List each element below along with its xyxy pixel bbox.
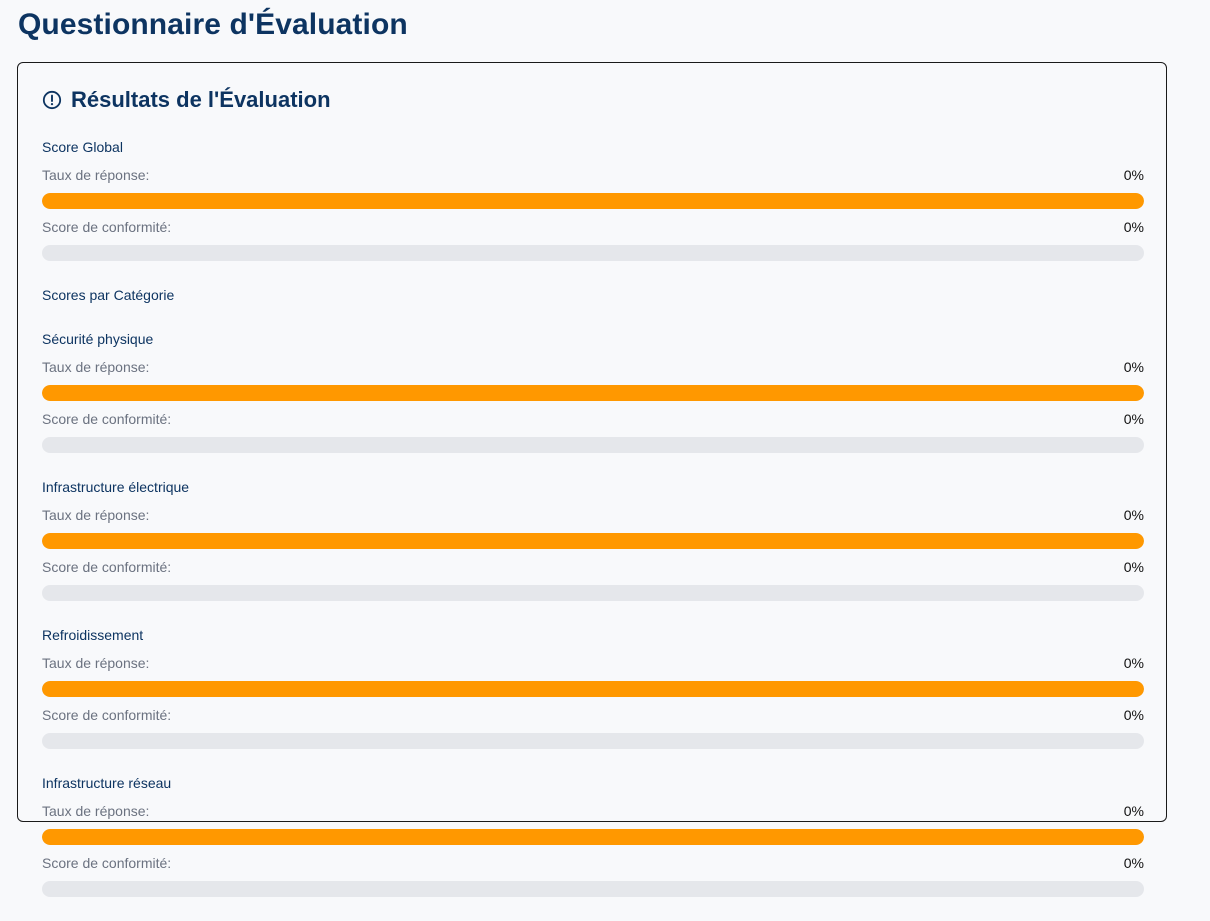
compliance-score-value: 0%: [1123, 219, 1144, 235]
compliance-score-bar: [42, 881, 1144, 897]
compliance-score-bar: [42, 245, 1144, 261]
global-score-label: Score Global: [42, 139, 123, 155]
response-rate-metric: Taux de réponse: 0%: [42, 801, 1144, 845]
response-rate-label: Taux de réponse:: [42, 803, 150, 819]
compliance-score-value: 0%: [1123, 707, 1144, 723]
response-rate-bar: [42, 385, 1144, 401]
response-rate-metric: Taux de réponse: 0%: [42, 357, 1144, 401]
categories-heading: Scores par Catégorie: [42, 287, 175, 303]
category-name: Infrastructure réseau: [42, 775, 172, 791]
response-rate-label: Taux de réponse:: [42, 359, 150, 375]
category-section: Infrastructure réseau Taux de réponse: 0…: [42, 773, 1144, 897]
response-rate-bar-fill: [42, 193, 1144, 209]
compliance-score-value: 0%: [1123, 411, 1144, 427]
results-card: Résultats de l'Évaluation Score Global T…: [17, 62, 1167, 897]
response-rate-bar: [42, 533, 1144, 549]
alert-circle-icon: [42, 90, 62, 110]
results-content: Score Global Taux de réponse: 0% Score d…: [42, 137, 1144, 921]
response-rate-label: Taux de réponse:: [42, 507, 150, 523]
compliance-score-bar: [42, 733, 1144, 749]
page-title: Questionnaire d'Évaluation: [18, 8, 408, 41]
compliance-score-label: Score de conformité:: [42, 855, 172, 871]
response-rate-value: 0%: [1123, 507, 1144, 523]
compliance-score-metric: Score de conformité: 0%: [42, 409, 1144, 453]
response-rate-bar-fill: [42, 385, 1144, 401]
response-rate-bar-fill: [42, 533, 1144, 549]
category-name: Infrastructure électrique: [42, 479, 190, 495]
response-rate-bar: [42, 681, 1144, 697]
compliance-score-label: Score de conformité:: [42, 411, 172, 427]
compliance-score-metric: Score de conformité: 0%: [42, 557, 1144, 601]
response-rate-label: Taux de réponse:: [42, 167, 150, 183]
results-header: Résultats de l'Évaluation: [42, 87, 331, 113]
response-rate-label: Taux de réponse:: [42, 655, 150, 671]
compliance-score-metric: Score de conformité: 0%: [42, 217, 1144, 261]
response-rate-value: 0%: [1123, 359, 1144, 375]
category-name: Refroidissement: [42, 627, 144, 643]
response-rate-value: 0%: [1123, 167, 1144, 183]
compliance-score-label: Score de conformité:: [42, 559, 172, 575]
compliance-score-bar: [42, 585, 1144, 601]
response-rate-bar: [42, 193, 1144, 209]
compliance-score-metric: Score de conformité: 0%: [42, 853, 1144, 897]
compliance-score-label: Score de conformité:: [42, 707, 172, 723]
response-rate-value: 0%: [1123, 655, 1144, 671]
category-name: Sécurité physique: [42, 331, 154, 347]
compliance-score-bar: [42, 437, 1144, 453]
response-rate-metric: Taux de réponse: 0%: [42, 165, 1144, 209]
compliance-score-label: Score de conformité:: [42, 219, 172, 235]
response-rate-value: 0%: [1123, 803, 1144, 819]
response-rate-bar: [42, 829, 1144, 845]
compliance-score-metric: Score de conformité: 0%: [42, 705, 1144, 749]
category-section: Infrastructure électrique Taux de répons…: [42, 477, 1144, 601]
response-rate-metric: Taux de réponse: 0%: [42, 653, 1144, 697]
category-section: Sécurité physique Taux de réponse: 0% Sc…: [42, 329, 1144, 453]
results-title: Résultats de l'Évaluation: [71, 87, 331, 112]
category-section: Refroidissement Taux de réponse: 0% Scor…: [42, 625, 1144, 749]
compliance-score-value: 0%: [1123, 855, 1144, 871]
global-score-section: Score Global Taux de réponse: 0% Score d…: [42, 137, 1144, 261]
response-rate-bar-fill: [42, 829, 1144, 845]
response-rate-bar-fill: [42, 681, 1144, 697]
compliance-score-value: 0%: [1123, 559, 1144, 575]
response-rate-metric: Taux de réponse: 0%: [42, 505, 1144, 549]
